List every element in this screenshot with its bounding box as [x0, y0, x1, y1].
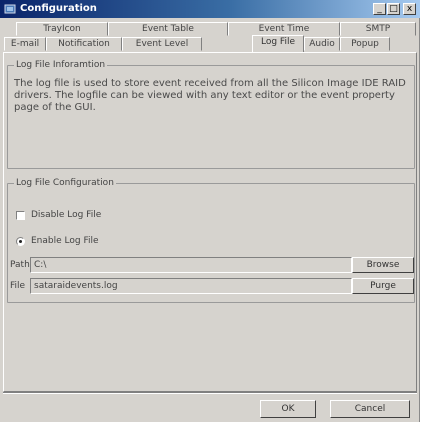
path-label: Path: [10, 260, 30, 270]
file-label: File: [10, 281, 26, 291]
disable-checkbox-box[interactable]: [16, 211, 25, 220]
tab-event-time[interactable]: Event Time: [228, 22, 340, 36]
cancel-button[interactable]: Cancel: [330, 400, 410, 418]
tab-email[interactable]: E-mail: [4, 37, 46, 51]
purge-button[interactable]: Purge: [352, 278, 414, 294]
path-input[interactable]: C:\: [30, 257, 352, 273]
log-file-info-group: Log File Inforamtion The log file is use…: [7, 60, 415, 169]
info-text: The log file is used to store event rece…: [14, 78, 406, 113]
tab-notification[interactable]: Notification: [46, 37, 122, 51]
info-group-title: Log File Inforamtion: [14, 60, 108, 70]
tab-event-table[interactable]: Event Table: [108, 22, 228, 36]
browse-button[interactable]: Browse: [352, 257, 414, 273]
tab-row-front: E-mail Notification Event Level Log File…: [0, 35, 420, 52]
disable-log-file-label: Disable Log File: [31, 210, 102, 220]
enable-radio-box[interactable]: [16, 237, 25, 246]
radio-selected-dot: [19, 240, 22, 243]
log-file-config-group: Log File Configuration Disable Log File …: [7, 178, 415, 303]
title-bar[interactable]: Configuration _ □ x: [0, 0, 420, 18]
file-input[interactable]: sataraidevents.log: [30, 278, 352, 294]
config-group-title: Log File Configuration: [14, 178, 116, 188]
log-file-panel: Log File Inforamtion The log file is use…: [3, 52, 417, 392]
footer-divider: [3, 392, 417, 394]
maximize-button[interactable]: □: [387, 3, 400, 15]
tab-trayicon[interactable]: TrayIcon: [16, 22, 108, 36]
tab-log-file[interactable]: Log File: [252, 35, 304, 52]
ok-button[interactable]: OK: [260, 400, 316, 418]
enable-log-file-label: Enable Log File: [31, 236, 99, 246]
tab-event-level[interactable]: Event Level: [122, 37, 202, 51]
app-icon: [4, 4, 16, 14]
tab-smtp[interactable]: SMTP: [340, 22, 416, 36]
configuration-window: Configuration _ □ x TrayIcon Event Table…: [0, 0, 420, 422]
minimize-button[interactable]: _: [373, 3, 386, 15]
tab-popup[interactable]: Popup: [340, 37, 390, 51]
tab-audio[interactable]: Audio: [304, 37, 340, 51]
close-button[interactable]: x: [403, 3, 416, 15]
window-title: Configuration: [20, 3, 97, 14]
tab-row-back: TrayIcon Event Table Event Time SMTP: [0, 22, 420, 36]
